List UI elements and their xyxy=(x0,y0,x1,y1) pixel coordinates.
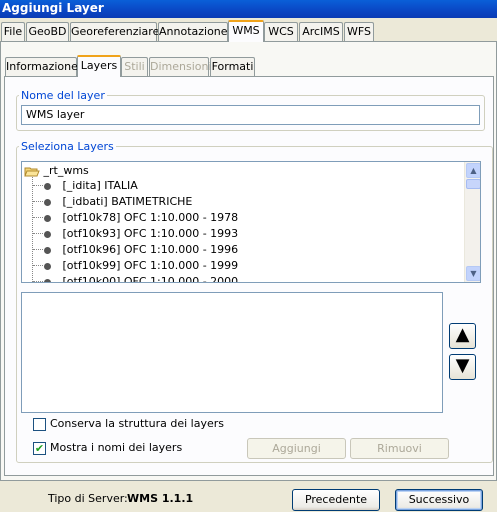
tab-dimensioni: Dimensioni xyxy=(149,57,212,77)
next-button[interactable]: Successivo xyxy=(395,489,483,511)
tree-item-label: [otf10k93] OFC 1:10.000 - 1993 xyxy=(62,227,239,240)
tree-item[interactable]: [otf10k93] OFC 1:10.000 - 1993 xyxy=(44,226,238,242)
server-type-label: Tipo di Server: xyxy=(48,492,128,505)
tab-geobd[interactable]: GeoBD xyxy=(26,22,69,42)
tree-root-node[interactable]: _rt_wms xyxy=(24,163,89,179)
layer-name-field[interactable]: WMS layer xyxy=(21,105,480,125)
tree-item-label: [otf10k96] OFC 1:10.000 - 1996 xyxy=(62,243,239,256)
add-button: Aggiungi xyxy=(247,438,346,459)
tree-root-label: _rt_wms xyxy=(43,164,89,177)
window-title: Aggiungi Layer xyxy=(0,0,497,18)
selected-layers-list[interactable] xyxy=(21,292,443,413)
layer-node-icon xyxy=(44,214,51,222)
tree-item-label: [_idita] ITALIA xyxy=(62,179,138,192)
layer-node-icon xyxy=(44,246,51,254)
tree-item[interactable]: [otf10k78] OFC 1:10.000 - 1978 xyxy=(44,210,238,226)
tab-wfs[interactable]: WFS xyxy=(344,22,374,42)
scroll-down-icon[interactable]: ▼ xyxy=(466,266,480,281)
tab-wcs[interactable]: WCS xyxy=(264,22,298,42)
move-down-button[interactable]: ▼ xyxy=(449,354,476,380)
tree-item-label: [otf10k00] OFC 1:10.000 - 2000 xyxy=(62,275,239,283)
layer-node-icon xyxy=(44,230,51,238)
tab-informazione[interactable]: Informazione xyxy=(5,57,78,77)
show-names-checkbox[interactable]: ✔ xyxy=(33,442,46,455)
tab-formati[interactable]: Formati xyxy=(210,57,255,77)
tab-georeferenziare[interactable]: Georeferenziare xyxy=(70,22,159,42)
tree-item[interactable]: [otf10k96] OFC 1:10.000 - 1996 xyxy=(44,242,238,258)
layer-node-icon xyxy=(44,198,51,206)
scroll-up-icon[interactable]: ▲ xyxy=(466,163,480,178)
keep-structure-label: Conserva la struttura dei layers xyxy=(50,417,224,430)
layer-node-icon xyxy=(44,182,51,190)
layers-tree[interactable]: _rt_wms [_idita] ITALIA [_idbati] BATIME… xyxy=(21,161,481,283)
layer-name-legend: Nome del layer xyxy=(19,89,107,102)
tree-item[interactable]: [otf10k99] OFC 1:10.000 - 1999 xyxy=(44,258,238,274)
previous-button[interactable]: Precedente xyxy=(292,489,380,511)
tree-item[interactable]: [_idita] ITALIA xyxy=(44,178,138,194)
show-names-label: Mostra i nomi dei layers xyxy=(50,441,183,454)
tab-wms[interactable]: WMS xyxy=(228,20,264,42)
folder-open-icon xyxy=(24,167,40,176)
tree-item-label: [otf10k78] OFC 1:10.000 - 1978 xyxy=(62,211,239,224)
tree-item-label: [_idbati] BATIMETRICHE xyxy=(62,195,193,208)
tab-stili: Stili xyxy=(121,57,148,77)
scroll-thumb[interactable] xyxy=(466,179,480,189)
tab-arcims[interactable]: ArcIMS xyxy=(299,22,343,42)
tab-annotazione[interactable]: Annotazione xyxy=(158,22,228,42)
tree-item-label: [otf10k99] OFC 1:10.000 - 1999 xyxy=(62,259,239,272)
layer-node-icon xyxy=(44,278,51,282)
keep-structure-checkbox[interactable] xyxy=(33,418,46,431)
move-up-button[interactable]: ▲ xyxy=(449,323,476,349)
layer-node-icon xyxy=(44,262,51,270)
tree-item[interactable]: [_idbati] BATIMETRICHE xyxy=(44,194,192,210)
tab-layers[interactable]: Layers xyxy=(77,55,121,77)
tree-scrollbar[interactable]: ▲ ▼ xyxy=(464,162,480,282)
tree-item[interactable]: [otf10k00] OFC 1:10.000 - 2000 xyxy=(44,274,239,283)
remove-button: Rimuovi xyxy=(350,438,449,459)
select-layers-legend: Seleziona Layers xyxy=(19,140,116,153)
server-type-value: WMS 1.1.1 xyxy=(127,492,194,505)
tab-file[interactable]: File xyxy=(1,22,25,42)
